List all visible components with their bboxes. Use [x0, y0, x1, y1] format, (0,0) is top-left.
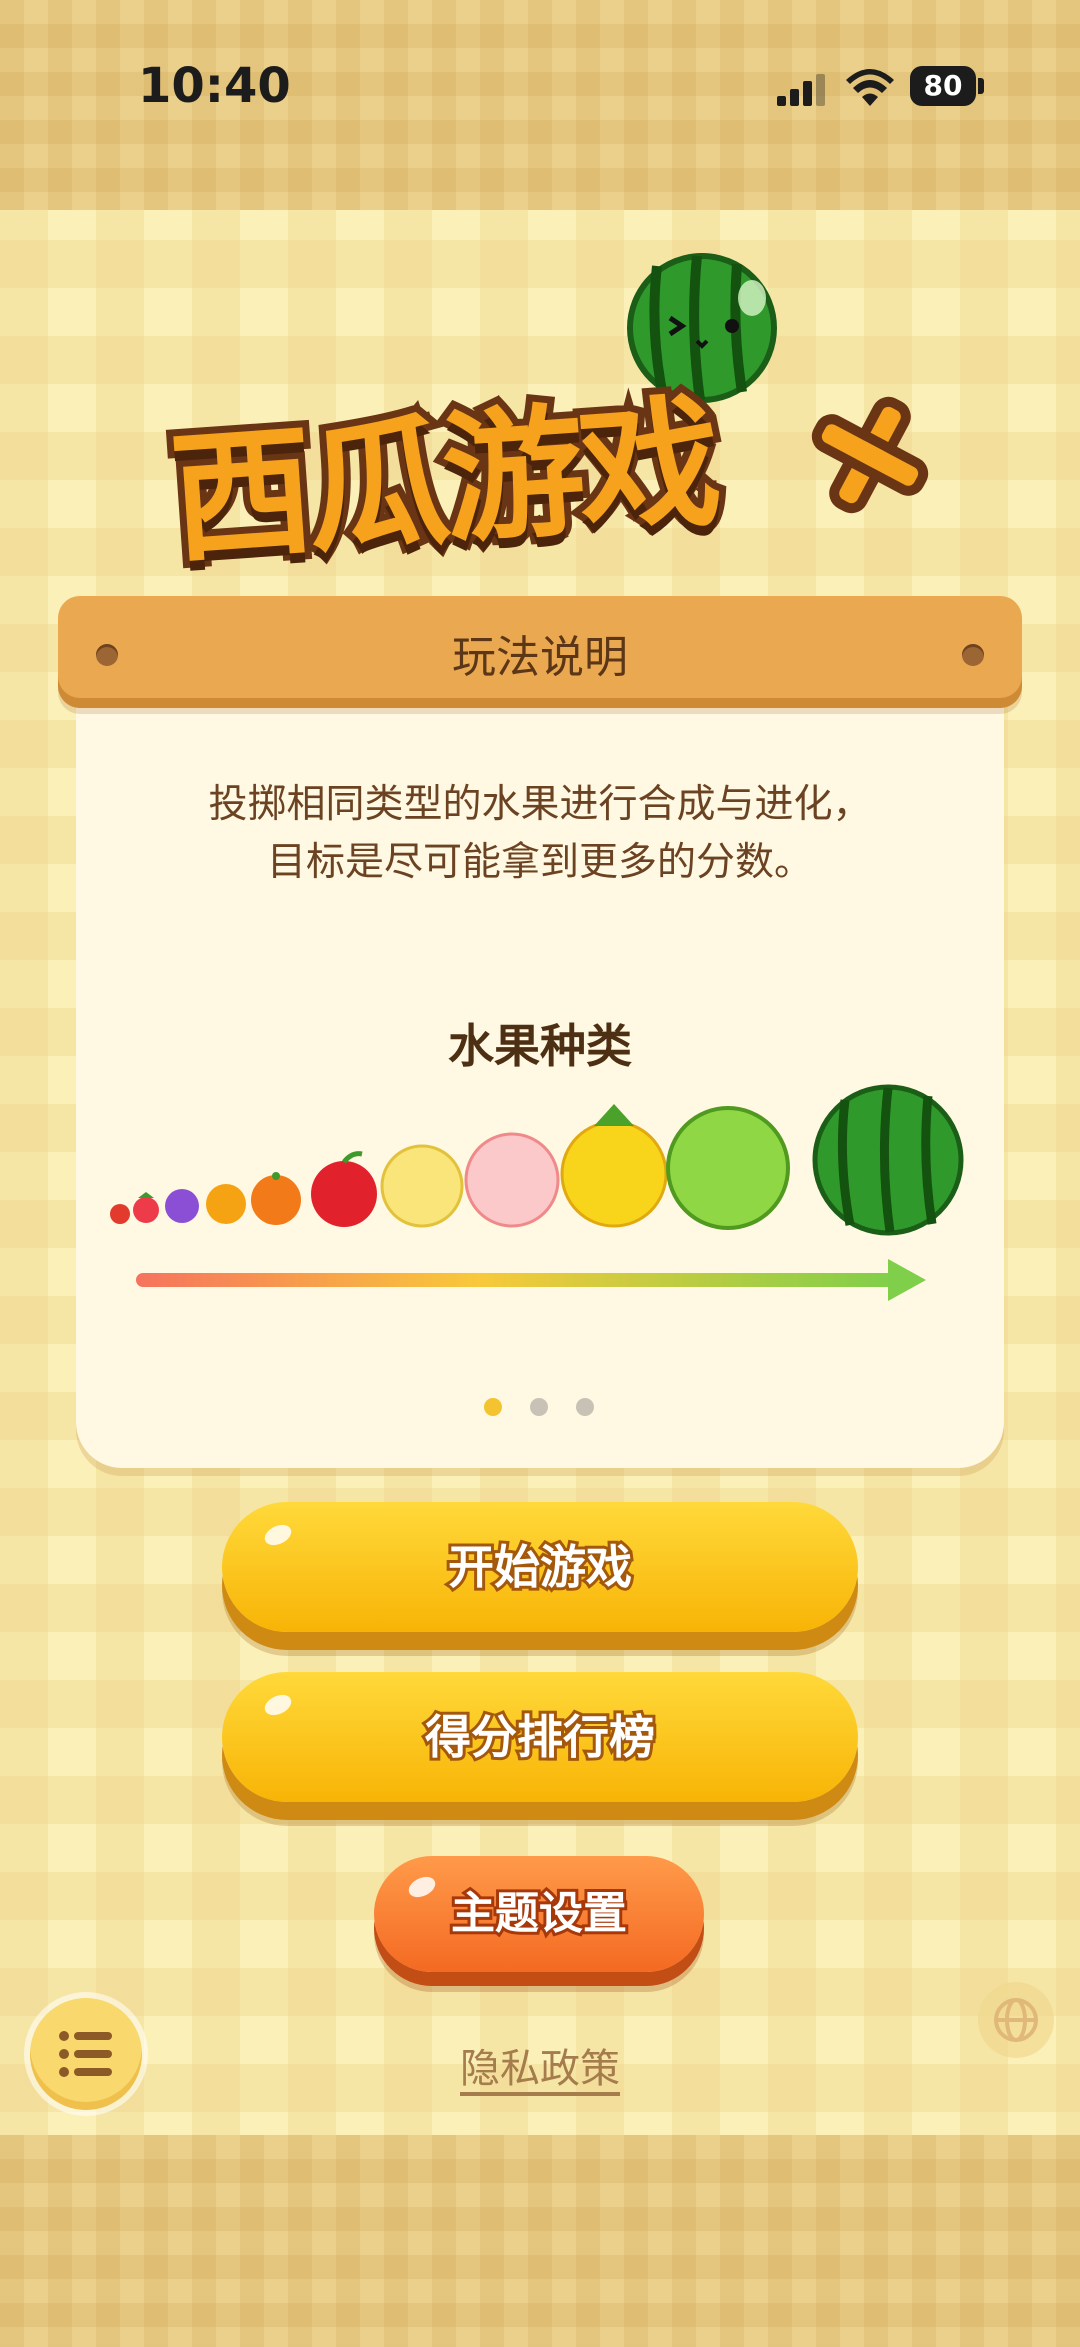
rivet-right	[962, 644, 984, 666]
button-shine	[405, 1872, 439, 1902]
instructions-card-header: 玩法说明	[58, 596, 1022, 708]
leaderboard-button[interactable]: 得分排行榜	[222, 1672, 858, 1802]
logo-plus-icon	[811, 396, 929, 514]
wifi-icon	[846, 69, 894, 106]
orange-icon	[251, 1172, 301, 1225]
strawberry-icon	[133, 1192, 159, 1223]
page-dot-2[interactable]	[530, 1398, 548, 1416]
instructions-title: 玩法说明	[452, 632, 628, 683]
theme-settings-button[interactable]: 主题设置	[374, 1856, 704, 1972]
status-bar: 10:40 80	[0, 0, 1080, 170]
cellular-signal-icon	[777, 74, 825, 106]
battery-icon: 80	[910, 66, 976, 106]
cherry-icon	[110, 1204, 130, 1224]
kumquat-icon	[206, 1184, 246, 1224]
button-shine	[261, 1520, 295, 1550]
theme-settings-label: 主题设置	[448, 1885, 630, 1942]
description-line-1: 投掷相同类型的水果进行合成与进化，	[208, 782, 872, 827]
description-line-2: 目标是尽可能拿到更多的分数。	[266, 840, 813, 885]
menu-button[interactable]	[30, 1998, 142, 2110]
page-dot-1[interactable]	[484, 1398, 502, 1416]
grape-icon	[165, 1189, 199, 1223]
status-time: 10:40	[138, 58, 291, 114]
apple-icon	[311, 1151, 377, 1227]
instructions-description: 投掷相同类型的水果进行合成与进化， 目标是尽可能拿到更多的分数。	[120, 776, 960, 892]
watermelon-icon	[812, 1084, 964, 1236]
evolution-arrow-icon	[136, 1259, 926, 1301]
language-button[interactable]	[978, 1982, 1054, 2058]
button-shine	[261, 1690, 295, 1720]
pear-icon	[380, 1144, 464, 1228]
fruit-evolution-row	[110, 1084, 964, 1236]
battery-nub	[978, 78, 984, 94]
pagination-dots	[480, 1398, 600, 1418]
peach-icon	[464, 1132, 560, 1228]
melon-icon	[666, 1106, 790, 1230]
privacy-policy-link[interactable]: 隐私政策	[0, 2036, 1080, 2094]
pineapple-icon	[560, 1104, 668, 1228]
game-logo: 西瓜游戏	[150, 240, 940, 590]
page-dot-3[interactable]	[576, 1398, 594, 1416]
leaderboard-label: 得分排行榜	[422, 1707, 658, 1767]
start-game-label: 开始游戏	[445, 1537, 635, 1597]
list-menu-icon	[59, 2031, 112, 2077]
start-game-button[interactable]: 开始游戏	[222, 1502, 858, 1632]
bottom-plaid-band	[0, 2135, 1080, 2347]
logo-title: 西瓜游戏	[159, 373, 727, 590]
globe-icon	[994, 1998, 1038, 2042]
